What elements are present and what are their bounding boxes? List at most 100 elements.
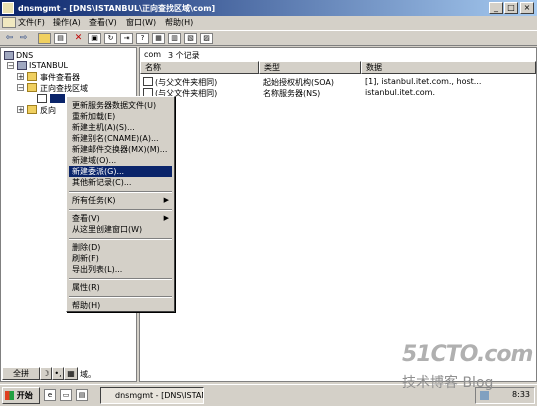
start-button[interactable]: 开始 [2, 387, 40, 404]
context-menu: 更新服务器数据文件(U) 重新加载(E) 新建主机(A)(S)... 新建别名(… [66, 96, 175, 312]
show-tree-icon[interactable]: ▤ [54, 33, 67, 44]
menu-separator [69, 209, 172, 211]
refresh-icon[interactable]: ↻ [104, 33, 117, 44]
dns-root-icon [4, 51, 14, 60]
new-record-icon[interactable]: ▥ [168, 33, 181, 44]
pane-header: com 3 个记录 [140, 48, 536, 61]
filter-icon[interactable]: ▨ [200, 33, 213, 44]
column-header-data[interactable]: 数据 [361, 61, 536, 74]
record-type: 名称服务器(NS) [263, 89, 321, 98]
ime-punct-icon[interactable]: •, [52, 367, 64, 380]
record-icon [143, 77, 153, 86]
menu-item-export-list[interactable]: 导出列表(L)... [69, 264, 172, 275]
menu-item-label: 查看(V) [72, 214, 100, 223]
tree-node-dns[interactable]: DNS [16, 51, 33, 60]
back-arrow-icon[interactable]: ⇦ [3, 33, 16, 44]
mmc-menu-icon[interactable] [2, 17, 16, 28]
column-header-type[interactable]: 类型 [259, 61, 361, 74]
taskbar-button-dnsmgmt[interactable]: dnsmgmt - [DNS\ISTANB... [100, 387, 204, 404]
menu-item-new-mx[interactable]: 新建邮件交换器(MX)(M)... [69, 144, 172, 155]
ime-moon-icon[interactable]: ☽ [40, 367, 52, 380]
record-type: 起始授权机构(SOA) [263, 78, 334, 87]
menu-item-new-delegation[interactable]: 新建委派(G)... [69, 166, 172, 177]
quicklaunch-desktop-icon[interactable]: ▭ [60, 389, 72, 401]
help-icon[interactable]: ? [136, 33, 149, 44]
details-pane: com 3 个记录 名称 类型 数据 (与父文件夹相同) 起始授权机构(SOA)… [139, 47, 537, 382]
event-viewer-folder-icon [27, 72, 37, 81]
start-label: 开始 [16, 391, 33, 400]
record-data: istanbul.itet.com. [365, 88, 436, 97]
tree-node-reverse-zone[interactable]: 反向 [40, 105, 56, 116]
app-icon [2, 2, 14, 14]
menu-item-refresh[interactable]: 刷新(F) [69, 253, 172, 264]
properties-icon[interactable]: ▣ [88, 33, 101, 44]
menu-separator [69, 238, 172, 240]
menu-item-label: 所有任务(K) [72, 196, 116, 205]
menu-action[interactable]: 操作(A) [53, 17, 81, 28]
zone-icon [37, 94, 47, 103]
menu-help[interactable]: 帮助(H) [165, 17, 193, 28]
expand-toggle[interactable]: + [17, 73, 24, 81]
tree-node-com-selected[interactable] [50, 94, 65, 103]
collapse-toggle[interactable]: − [7, 62, 14, 70]
menu-window[interactable]: 窗口(W) [126, 17, 156, 28]
menu-item-reload[interactable]: 重新加载(E) [69, 111, 172, 122]
menu-separator [69, 296, 172, 298]
menu-file[interactable]: 文件(F) [18, 17, 45, 28]
menu-item-view[interactable]: 查看(V) ▶ [69, 213, 172, 224]
column-header-name[interactable]: 名称 [140, 61, 259, 74]
watermark-blog: 技术博客 Blog [402, 375, 494, 391]
menu-bar: 文件(F) 操作(A) 查看(V) 窗口(W) 帮助(H) [0, 16, 537, 30]
maximize-button[interactable]: □ [504, 2, 518, 14]
menu-item-new-domain[interactable]: 新建域(O)... [69, 155, 172, 166]
menu-item-properties[interactable]: 属性(R) [69, 282, 172, 293]
quicklaunch-explorer-icon[interactable]: ▤ [76, 389, 88, 401]
status-bar: 全拼 ☽ •, ▦ 域。 [0, 366, 140, 382]
server-icon [17, 61, 27, 70]
up-folder-icon[interactable] [38, 33, 51, 44]
ime-keyboard-icon[interactable]: ▦ [64, 367, 78, 380]
collapse-toggle[interactable]: − [17, 84, 24, 92]
clock[interactable]: 8:33 [512, 390, 530, 399]
menu-item-new-alias[interactable]: 新建别名(CNAME)(A)... [69, 133, 172, 144]
view-icon[interactable]: ▦ [152, 33, 165, 44]
menu-item-update-data-file[interactable]: 更新服务器数据文件(U) [69, 100, 172, 111]
ime-mode[interactable]: 全拼 [2, 367, 40, 380]
menu-item-new-window[interactable]: 从这里创建窗口(W) [69, 224, 172, 235]
menu-item-all-tasks[interactable]: 所有任务(K) ▶ [69, 195, 172, 206]
submenu-arrow-icon: ▶ [163, 196, 169, 204]
windows-logo-icon [5, 391, 14, 400]
export-icon[interactable]: ⇥ [120, 33, 133, 44]
submenu-arrow-icon: ▶ [163, 214, 169, 222]
minimize-button[interactable]: _ [489, 2, 503, 14]
menu-item-help[interactable]: 帮助(H) [69, 300, 172, 311]
tree-node-server[interactable]: ISTANBUL [29, 61, 68, 70]
menu-item-new-host[interactable]: 新建主机(A)(S)... [69, 122, 172, 133]
toolbar: ⇦ ⇨ ▤ ✕ ▣ ↻ ⇥ ? ▦ ▥ ▧ ▨ [0, 30, 537, 46]
new-zone-icon[interactable]: ▧ [184, 33, 197, 44]
tree-node-forward-zone[interactable]: 正向查找区域 [40, 83, 88, 94]
title-bar[interactable]: dnsmgmt - [DNS\ISTANBUL\正向查找区域\com] _ □ … [0, 0, 537, 16]
quicklaunch-ie-icon[interactable]: e [44, 389, 56, 401]
forward-arrow-icon[interactable]: ⇨ [17, 33, 30, 44]
menu-item-delete[interactable]: 删除(D) [69, 242, 172, 253]
pane-zone-name: com [144, 50, 162, 59]
window-title: dnsmgmt - [DNS\ISTANBUL\正向查找区域\com] [18, 4, 216, 13]
menu-separator [69, 191, 172, 193]
close-button[interactable]: × [520, 2, 534, 14]
menu-item-other-records[interactable]: 其他新记录(C)... [69, 177, 172, 188]
tree-node-event-viewer[interactable]: 事件查看器 [40, 72, 80, 83]
network-icon[interactable] [480, 391, 489, 400]
delete-icon[interactable]: ✕ [72, 33, 85, 44]
menu-view[interactable]: 查看(V) [89, 17, 117, 28]
status-text: 域。 [80, 370, 96, 379]
watermark-logo: 51CTO.com [402, 342, 533, 367]
expand-toggle[interactable]: + [17, 106, 24, 114]
reverse-zone-folder-icon [27, 105, 37, 114]
pane-record-count: 3 个记录 [168, 51, 200, 60]
forward-zone-folder-icon [27, 83, 37, 92]
taskbar-button-label: dnsmgmt - [DNS\ISTANB... [115, 391, 203, 400]
menu-separator [69, 278, 172, 280]
record-data: [1], istanbul.itet.com., host... [365, 77, 482, 86]
record-name: (与父文件夹相同) [155, 78, 218, 87]
